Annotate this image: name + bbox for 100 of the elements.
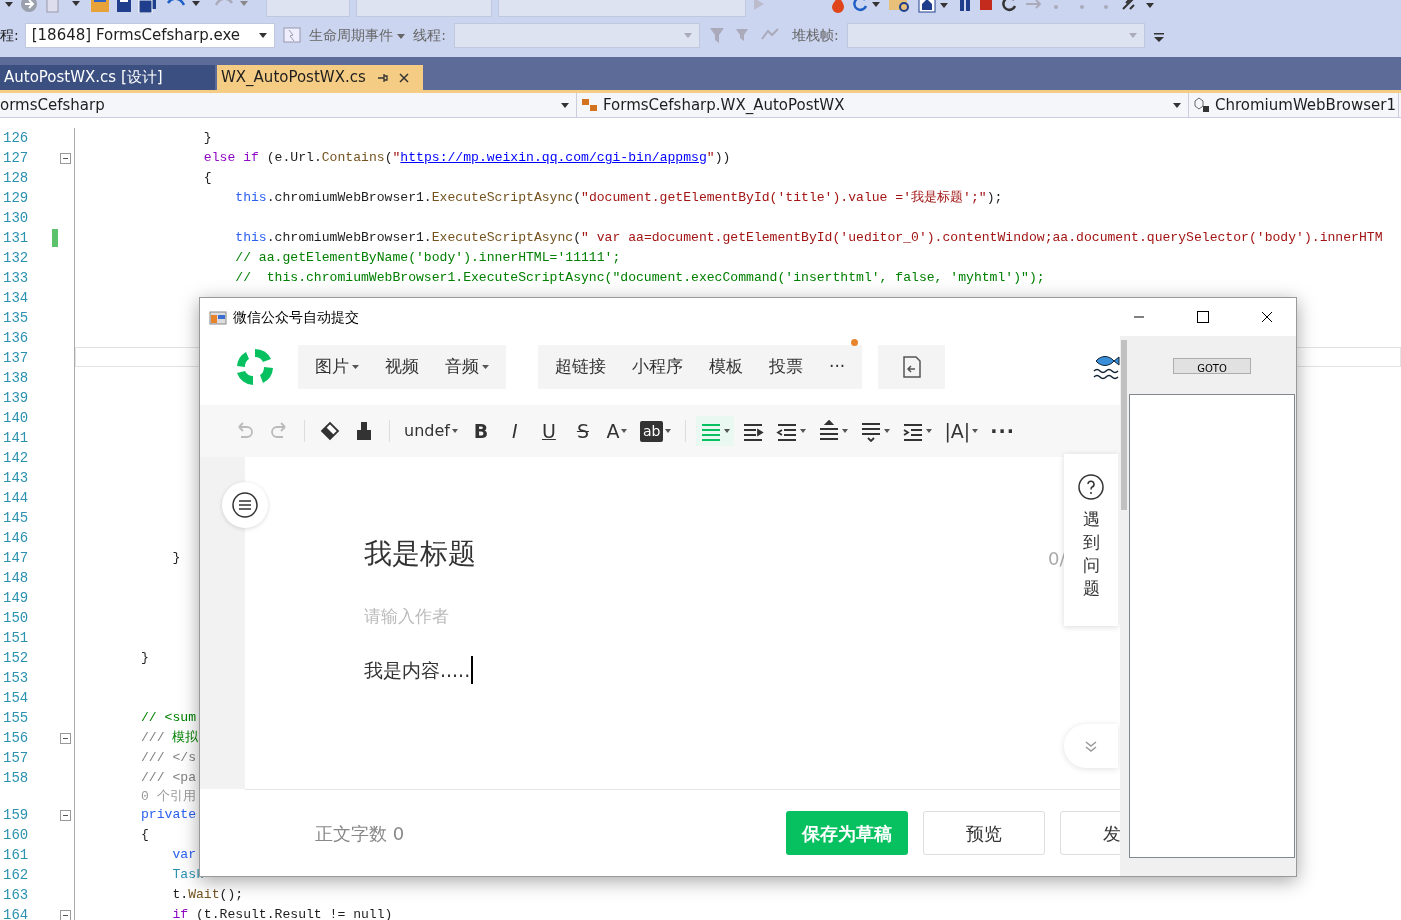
double-chevron-icon [1084, 739, 1098, 753]
bold-button[interactable]: B [465, 416, 496, 446]
navigation-text: FormsCefsharp.WX_AutoPostWX [603, 94, 845, 116]
code-line: this.chromiumWebBrowser1.ExecuteScriptAsync("document.getElementById('title').value ='我是标题';"); [235, 190, 1003, 206]
document-tab[interactable]: WX_AutoPostWX.cs [217, 65, 423, 90]
code-line: } [203, 130, 212, 146]
restart-icon[interactable] [1000, 0, 1018, 13]
footer-button[interactable]: 发 [1060, 811, 1120, 855]
document-tab[interactable]: AutoPostWX.cs [设计] [0, 65, 215, 90]
code-line: /// 模拟 [141, 730, 199, 746]
line-number: 132 [2, 248, 30, 268]
line-height-icon [818, 420, 841, 442]
line-number: 153 [2, 668, 30, 688]
line-number: 149 [2, 588, 30, 608]
help-icon [1078, 474, 1104, 500]
eraser-icon [319, 420, 341, 442]
line-number: 147 [2, 548, 30, 568]
find-icon[interactable] [888, 0, 912, 13]
navigation-dropdown[interactable]: FormsCefsharp.WX_AutoPostWX [581, 93, 1189, 117]
menu-item[interactable]: 图片 [302, 354, 372, 380]
underline-button[interactable]: U [533, 416, 564, 446]
letter-spacing-button[interactable]: |A| [940, 416, 983, 446]
author-field[interactable]: 请输入作者 [364, 604, 664, 630]
line-number: 160 [2, 825, 30, 845]
highlight-button[interactable]: ab [635, 416, 676, 446]
menu-item[interactable]: 投票 [756, 354, 816, 380]
maximize-icon [1197, 311, 1209, 323]
code-line: var [172, 847, 196, 863]
close-icon[interactable] [397, 71, 410, 84]
caret-icon [397, 31, 406, 40]
line-number: 150 [2, 608, 30, 628]
line-number: 126 [2, 128, 30, 148]
code-line: // aa.getElementByName('body').innerHTML='11111'; [235, 250, 621, 266]
navigation-dropdown[interactable]: ormsCefsharp [0, 93, 577, 117]
footer-button[interactable]: 预览 [923, 811, 1045, 855]
menu-item[interactable]: 超链接 [542, 354, 619, 380]
refresh-icon[interactable] [852, 0, 882, 13]
dropdown-arrow-icon [560, 100, 570, 110]
process-label: 程: [0, 25, 19, 45]
menu-item[interactable]: 小程序 [619, 354, 696, 380]
save-all-icon[interactable] [138, 0, 158, 13]
article-title[interactable]: 我是标题 [364, 534, 476, 574]
line-number: 137 [2, 348, 30, 368]
stack-frame-label: 堆栈帧: [791, 25, 839, 45]
line-number: 141 [2, 428, 30, 448]
line-number: 136 [2, 328, 30, 348]
code-line: t.Wait(); [172, 887, 244, 903]
caret-icon [842, 428, 849, 434]
line-number: 127 [2, 148, 30, 168]
caret-icon [621, 428, 628, 434]
stop-icon[interactable] [978, 0, 994, 13]
collapse-icon[interactable] [60, 732, 71, 744]
pin-icon[interactable] [375, 71, 388, 84]
more-button[interactable]: ··· [986, 416, 1019, 446]
content-text[interactable]: 我是内容..... [364, 655, 474, 684]
font-size-button[interactable]: undef [400, 416, 462, 446]
line-number: 161 [2, 845, 30, 865]
class-icon [581, 97, 599, 113]
scrollbar[interactable] [1120, 336, 1128, 876]
code-line: private [141, 807, 196, 823]
list-icon [232, 492, 258, 518]
line-number: 145 [2, 508, 30, 528]
flame-icon[interactable] [830, 0, 846, 13]
line-number: 128 [2, 168, 30, 188]
process-dropdown[interactable]: [18648] FormsCefsharp.exe [24, 22, 275, 48]
goto-button[interactable]: GOTO [1173, 358, 1251, 374]
forward-icon[interactable] [20, 0, 38, 13]
collapse-icon[interactable] [60, 152, 71, 164]
code-line: if (t.Result.Result != null) [172, 907, 393, 920]
line-number: 135 [2, 308, 30, 328]
line-number: 152 [2, 648, 30, 668]
line-number: 140 [2, 408, 30, 428]
caret-icon [724, 428, 731, 434]
outline-button[interactable] [222, 482, 268, 528]
member-lock-icon [1193, 97, 1211, 113]
save-icon[interactable] [116, 0, 132, 13]
line-number: 159 [2, 805, 30, 825]
menu-item[interactable]: 视频 [372, 354, 432, 380]
code-line: } [141, 650, 149, 666]
italic-button[interactable]: I [499, 416, 530, 446]
collapse-icon[interactable] [60, 809, 71, 821]
folder-icon[interactable] [90, 0, 110, 13]
collapse-icon[interactable] [60, 909, 71, 920]
dropdown-arrow-icon [257, 30, 268, 40]
help-panel[interactable]: 遇到问题 [1064, 454, 1118, 626]
code-line: // this.chromiumWebBrowser1.ExecuteScriptAsync("document.execCommand('inserthtml', false, 'myhtml')"); [235, 270, 1045, 286]
navigation-dropdown[interactable]: ChromiumWebBrowser1 [1193, 93, 1399, 117]
line-number: 154 [2, 688, 30, 708]
lifecycle-events-button[interactable]: 生命周期事件 [308, 24, 406, 46]
import-button[interactable] [878, 345, 946, 389]
line-number: 139 [2, 388, 30, 408]
menu-item[interactable]: ··· [816, 354, 859, 380]
line-number: 130 [2, 208, 30, 228]
strike-button[interactable]: S [567, 416, 598, 446]
menu-item[interactable]: 模板 [696, 354, 756, 380]
pause-icon[interactable] [958, 0, 972, 13]
font-color-button[interactable]: A [601, 416, 632, 446]
menu-item[interactable]: 音频 [432, 354, 502, 380]
dropdown-arrow-icon [1172, 100, 1182, 110]
dropdown-arrow-icon[interactable] [4, 0, 14, 9]
